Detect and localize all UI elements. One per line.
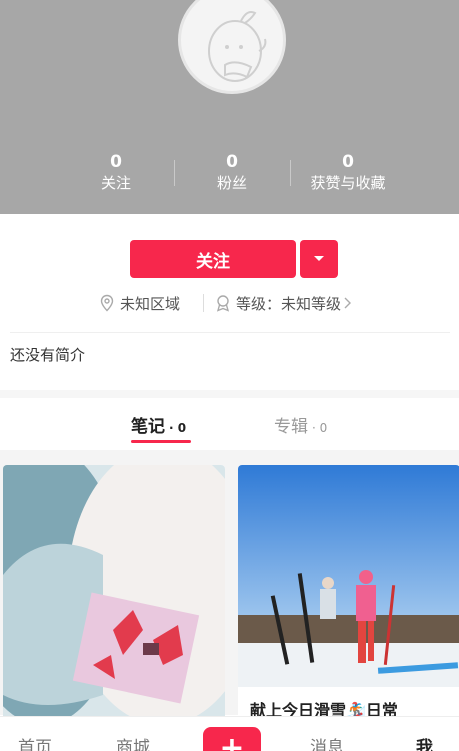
stat-following-label: 关注 <box>100 174 131 192</box>
nav-shop[interactable]: 商城 <box>116 733 150 751</box>
note-card[interactable]: 献上今日滑雪🏂日常 <box>238 465 459 725</box>
tab-albums-count: · 0 <box>312 421 328 435</box>
section-separator <box>0 390 459 398</box>
add-post-button[interactable]: + <box>203 727 261 751</box>
stat-likes[interactable]: 0 获赞与收藏 <box>288 152 408 194</box>
tab-albums-label: 专辑 <box>274 417 308 437</box>
level-text: 等级：未知等级 <box>236 294 342 313</box>
bio-text: 还没有简介 <box>10 346 86 364</box>
nav-home[interactable]: 首页 <box>18 733 52 751</box>
active-tab-indicator <box>131 440 191 443</box>
badge-icon <box>216 295 230 312</box>
nav-me[interactable]: 我 <box>416 733 433 751</box>
divider <box>203 294 204 312</box>
stat-following-count: 0 <box>110 152 122 172</box>
stat-following[interactable]: 0 关注 <box>56 152 176 194</box>
tab-notes-count: · 0 <box>169 421 187 435</box>
divider <box>10 332 450 333</box>
stat-likes-count: 0 <box>342 152 354 172</box>
tab-albums[interactable]: 专辑 · 0 <box>274 412 327 438</box>
avatar[interactable] <box>178 0 286 94</box>
location-pin-icon <box>100 294 114 312</box>
plus-icon: + <box>219 730 245 751</box>
bottom-navigation: 首页 商城 + 消息 我 <box>0 716 459 751</box>
more-options-button[interactable] <box>300 240 338 278</box>
divider <box>174 160 175 186</box>
tab-notes[interactable]: 笔记 · 0 <box>131 412 186 438</box>
divider <box>290 160 291 186</box>
mascot-icon <box>208 11 267 82</box>
caret-down-icon <box>314 256 324 261</box>
location-text: 未知区域 <box>120 294 181 313</box>
stat-followers-count: 0 <box>226 152 238 172</box>
note-image <box>238 465 459 725</box>
nav-messages[interactable]: 消息 <box>310 733 344 751</box>
stat-likes-label: 获赞与收藏 <box>310 174 386 192</box>
note-image <box>3 465 225 725</box>
profile-info-row: 未知区域 等级：未知等级 <box>0 290 459 316</box>
tab-notes-label: 笔记 <box>131 417 165 437</box>
follow-button[interactable]: 关注 <box>130 240 296 278</box>
profile-header: 0 关注 0 粉丝 0 获赞与收藏 <box>0 0 459 214</box>
chevron-right-icon <box>344 297 352 309</box>
note-card[interactable] <box>3 465 225 725</box>
stat-followers[interactable]: 0 粉丝 <box>172 152 292 194</box>
level-info[interactable]: 等级：未知等级 <box>214 290 353 316</box>
stat-followers-label: 粉丝 <box>216 174 247 192</box>
location-info: 未知区域 <box>98 290 180 316</box>
